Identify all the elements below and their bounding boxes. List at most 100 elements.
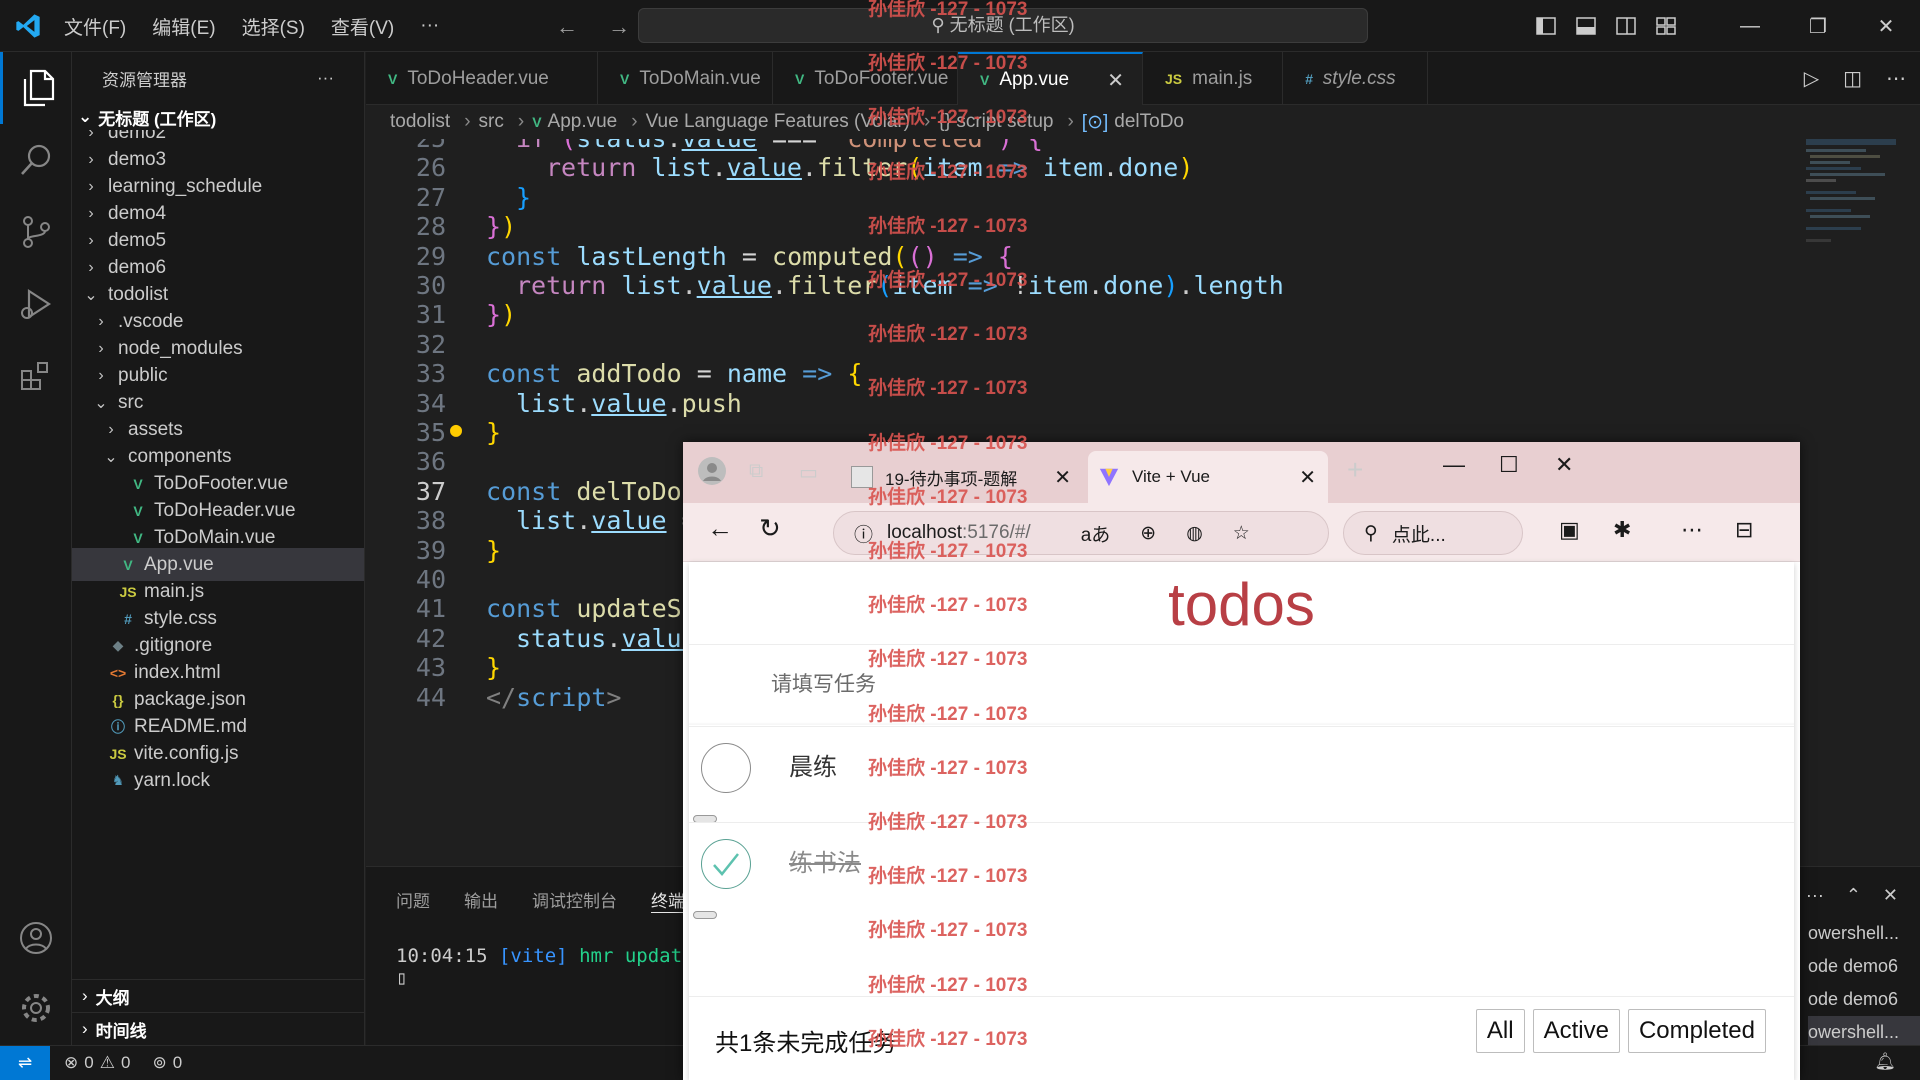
maximize-icon[interactable]: ☐: [1499, 452, 1519, 478]
sidebar-toggle-icon[interactable]: ⊟: [1735, 517, 1753, 543]
more-actions-icon[interactable]: ⋯: [1886, 66, 1906, 91]
back-arrow-icon[interactable]: ←: [707, 513, 733, 544]
extensions-icon[interactable]: [0, 340, 72, 412]
todo-toggle-checkbox[interactable]: [701, 839, 751, 889]
filter-all-button[interactable]: All: [1475, 1009, 1525, 1053]
sidebar-sections: › 大纲 › 时间线: [72, 979, 364, 1045]
vscode-logo-icon[interactable]: [14, 12, 42, 40]
terminal-instance[interactable]: ode demo6: [1808, 983, 1920, 1016]
tab-todoheader[interactable]: V ToDoHeader.vue: [366, 52, 598, 105]
tab-problems[interactable]: 问题: [396, 887, 430, 913]
browser-tab-vite-vue[interactable]: Vite + Vue ✕: [1088, 451, 1328, 503]
workspaces-icon[interactable]: ⧉: [749, 460, 763, 483]
browser-search-box[interactable]: ⚲ 点此...: [1343, 511, 1523, 555]
extensions-puzzle-icon[interactable]: ✱: [1613, 517, 1631, 543]
breadcrumb-todolist[interactable]: todolist: [390, 111, 450, 133]
close-window-icon[interactable]: ✕: [1555, 452, 1573, 478]
menu-view[interactable]: 查看(V): [331, 13, 394, 40]
notification-bell-icon[interactable]: 🔔︎: [1874, 1052, 1896, 1072]
breadcrumb-app-vue[interactable]: App.vue: [548, 111, 618, 133]
toggle-sidebar-icon[interactable]: [1526, 17, 1566, 35]
search-activity-icon[interactable]: [0, 124, 72, 196]
todo-label[interactable]: 晨练: [789, 747, 837, 782]
forward-arrow-icon[interactable]: →: [608, 14, 630, 39]
menu-selection[interactable]: 选择(S): [242, 13, 305, 40]
favorite-star-icon[interactable]: ☆: [1233, 522, 1250, 545]
tree-item-label: README.md: [134, 715, 247, 737]
accounts-icon[interactable]: [0, 902, 72, 974]
split-editor-icon[interactable]: ◫: [1843, 66, 1862, 91]
profile-avatar-icon[interactable]: [697, 456, 727, 486]
panel-more-icon[interactable]: ···: [1806, 885, 1824, 906]
customize-layout-icon[interactable]: [1646, 17, 1686, 35]
run-debug-icon[interactable]: [0, 268, 72, 340]
todo-label[interactable]: 练书法: [789, 843, 861, 878]
menu-more[interactable]: ···: [420, 15, 439, 37]
explorer-icon[interactable]: [0, 52, 72, 124]
tab-todofooter[interactable]: V ToDoFooter.vue: [773, 52, 958, 105]
tab-label: ToDoHeader.vue: [407, 67, 549, 89]
remote-icon[interactable]: ⇌: [0, 1045, 50, 1080]
browser-menu-icon[interactable]: ⋯: [1681, 517, 1703, 543]
browser-tab-todo-solution[interactable]: 19-待办事项-题解 ✕: [841, 451, 1083, 503]
lightbulb-icon[interactable]: ●: [450, 417, 462, 441]
zoom-icon[interactable]: ⊕: [1140, 522, 1156, 545]
tab-terminal[interactable]: 终端: [651, 887, 685, 913]
split-screen-icon[interactable]: ▣: [1559, 517, 1580, 543]
tab-app-vue[interactable]: V App.vue ✕: [958, 52, 1143, 105]
scroll-handle[interactable]: [693, 911, 717, 919]
settings-gear-icon[interactable]: [0, 972, 72, 1044]
new-todo-input[interactable]: [689, 645, 1794, 725]
minimize-icon[interactable]: —: [1443, 452, 1465, 478]
tree-file[interactable]: ♞ yarn.lock: [72, 764, 364, 797]
breadcrumb-deltodo[interactable]: delToDo: [1114, 111, 1184, 133]
terminal-instance[interactable]: ode demo6: [1808, 950, 1920, 983]
tab-debug-console[interactable]: 调试控制台: [532, 887, 617, 913]
close-window-icon[interactable]: ✕: [1852, 14, 1920, 39]
minimize-icon[interactable]: —: [1716, 15, 1784, 38]
todo-toggle-checkbox[interactable]: [701, 743, 751, 793]
toggle-secondary-sidebar-icon[interactable]: [1606, 17, 1646, 35]
tab-style-css[interactable]: # style.css: [1283, 52, 1428, 105]
outline-section[interactable]: › 大纲: [72, 979, 364, 1012]
tab-main-js[interactable]: JS main.js: [1143, 52, 1283, 105]
minimap[interactable]: [1806, 139, 1896, 249]
problems-indicator[interactable]: ⊗ 0 ⚠ 0: [64, 1053, 130, 1073]
read-aloud-icon[interactable]: aあ: [1081, 520, 1111, 547]
close-tab-icon[interactable]: ✕: [1054, 465, 1071, 490]
terminal-output[interactable]: 10:04:15 [vite] hmr update ▯: [396, 945, 693, 989]
workspace-header[interactable]: ⌄ 无标题 (工作区): [72, 104, 364, 130]
terminal-instance[interactable]: owershell...: [1808, 917, 1920, 950]
new-tab-icon[interactable]: +: [1347, 454, 1363, 486]
close-tab-icon[interactable]: ✕: [1107, 68, 1124, 93]
terminal-tag: [vite]: [498, 945, 568, 967]
maximize-panel-icon[interactable]: ⌃: [1846, 885, 1861, 906]
refresh-icon[interactable]: ↻: [759, 513, 781, 544]
tab-output[interactable]: 输出: [464, 887, 498, 913]
menu-file[interactable]: 文件(F): [64, 13, 126, 40]
breadcrumb-volar[interactable]: Vue Language Features (Volar): [646, 111, 910, 133]
css-file-icon: #: [1305, 70, 1313, 87]
toggle-panel-icon[interactable]: [1566, 17, 1606, 35]
breadcrumb-script-setup[interactable]: {} script setup: [938, 111, 1053, 133]
filter-completed-button[interactable]: Completed: [1627, 1009, 1766, 1053]
address-bar[interactable]: ⓘ localhost:5176/#/ aあ ⊕ ◍ ☆: [833, 511, 1329, 555]
close-panel-icon[interactable]: ✕: [1883, 885, 1898, 906]
chevron-down-icon: ⌄: [84, 286, 98, 304]
close-tab-icon[interactable]: ✕: [1299, 465, 1316, 490]
translate-icon[interactable]: ◍: [1186, 522, 1203, 545]
run-icon[interactable]: ▷: [1804, 66, 1819, 91]
source-control-icon[interactable]: [0, 196, 72, 268]
vertical-tabs-icon[interactable]: ▭: [799, 460, 818, 485]
timeline-section[interactable]: › 时间线: [72, 1012, 364, 1045]
explorer-more-icon[interactable]: ···: [317, 68, 334, 88]
menu-edit[interactable]: 编辑(E): [152, 13, 215, 40]
filter-active-button[interactable]: Active: [1532, 1009, 1620, 1053]
tab-todomain[interactable]: V ToDoMain.vue: [598, 52, 773, 105]
breadcrumb-src[interactable]: src: [479, 111, 504, 133]
ports-indicator[interactable]: ⊚ 0: [152, 1053, 182, 1073]
tree-item-label: index.html: [134, 661, 221, 683]
restore-icon[interactable]: ❐: [1784, 14, 1852, 39]
back-arrow-icon[interactable]: ←: [556, 14, 578, 39]
command-center-search[interactable]: ⚲ 无标题 (工作区): [638, 8, 1368, 43]
